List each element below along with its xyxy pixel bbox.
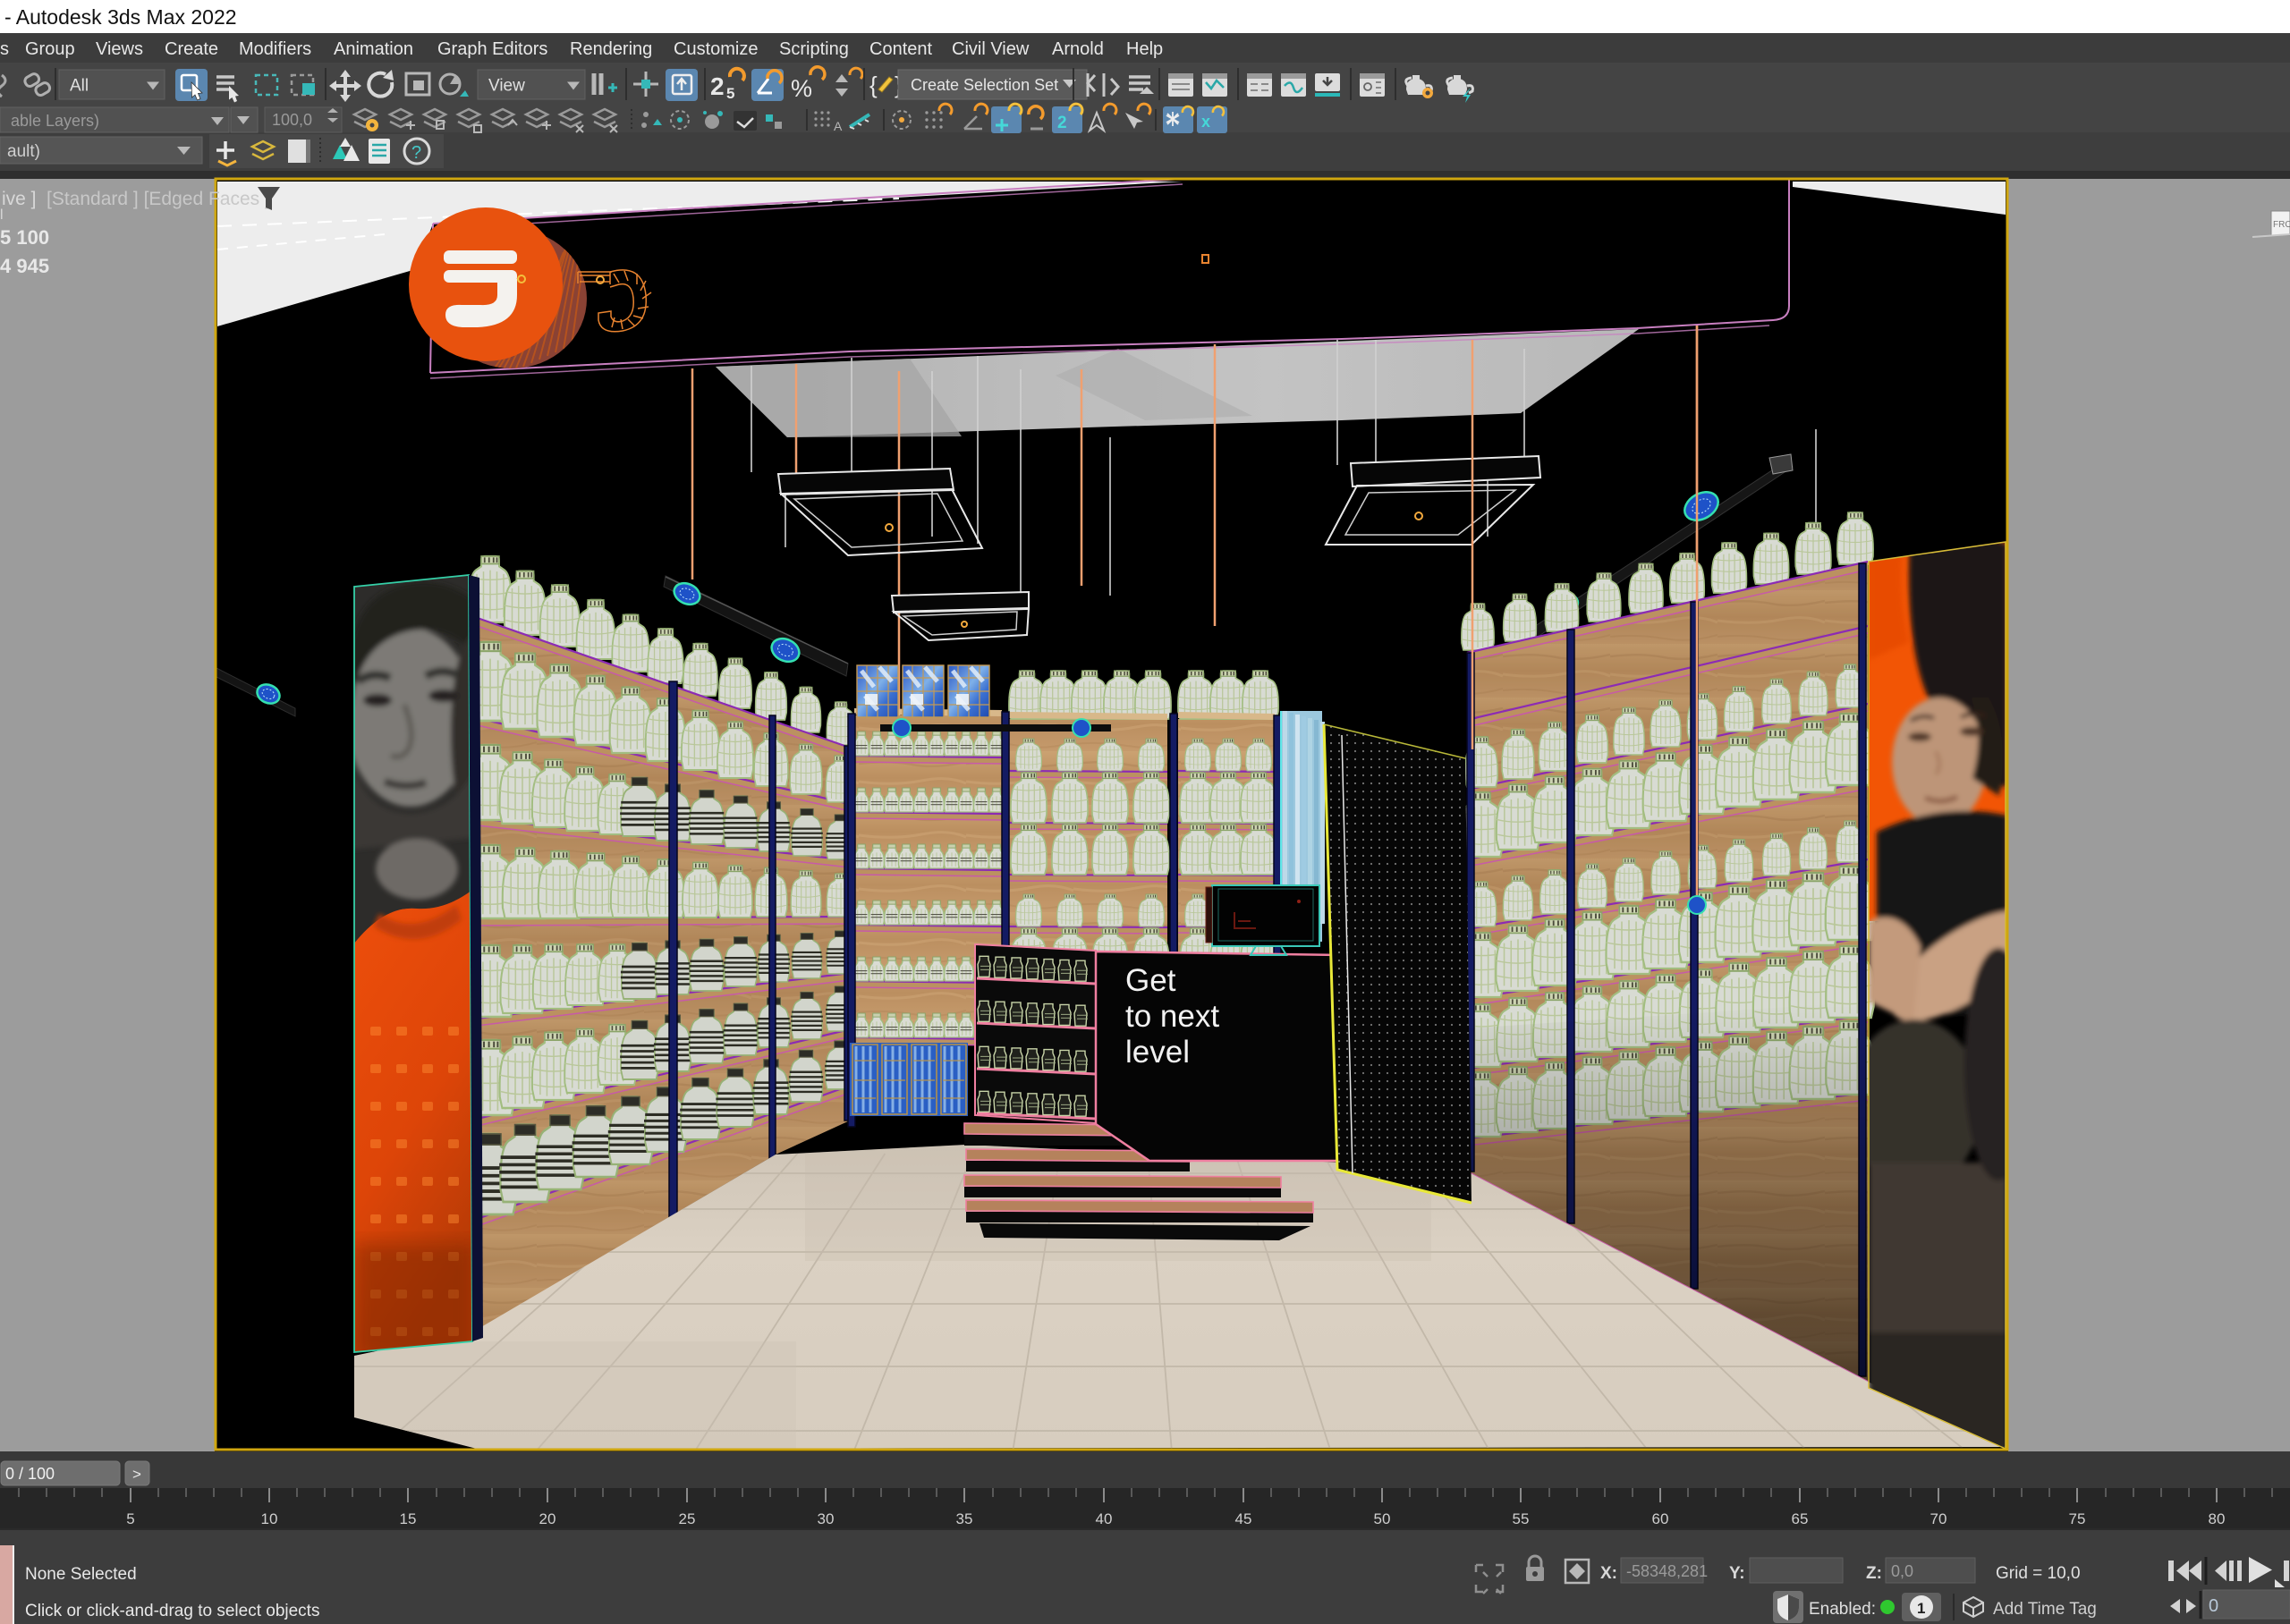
svg-text:Create Selection Set: Create Selection Set [911, 76, 1058, 94]
svg-text:Z:: Z: [1866, 1564, 1882, 1583]
svg-text:Customize: Customize [674, 39, 758, 59]
svg-text:15: 15 [400, 1510, 417, 1527]
svg-text:?: ? [411, 143, 421, 163]
svg-text:x: x [1201, 113, 1210, 131]
svg-text:Modifiers: Modifiers [239, 39, 311, 59]
svg-text:2: 2 [710, 72, 725, 100]
svg-text:Get: Get [1125, 963, 1176, 998]
svg-text:able Layers): able Layers) [11, 112, 99, 130]
svg-text:Content: Content [869, 39, 932, 59]
svg-text:20: 20 [539, 1510, 556, 1527]
svg-text:X:: X: [1600, 1564, 1617, 1583]
svg-text:to next: to next [1125, 999, 1219, 1034]
svg-text:Animation: Animation [334, 39, 413, 59]
svg-text:Add Time Tag: Add Time Tag [1993, 1600, 2097, 1619]
svg-text:1: 1 [1917, 1600, 1925, 1617]
svg-text:55: 55 [1513, 1510, 1530, 1527]
svg-text:75: 75 [2069, 1510, 2086, 1527]
svg-text:0: 0 [2209, 1596, 2218, 1616]
svg-text:None Selected: None Selected [25, 1565, 137, 1584]
svg-text:All: All [70, 77, 89, 96]
svg-text:25: 25 [679, 1510, 696, 1527]
svg-text:%: % [791, 75, 812, 102]
svg-text:Create: Create [165, 39, 218, 59]
svg-text:80: 80 [2209, 1510, 2226, 1527]
svg-text:View: View [488, 77, 525, 96]
svg-text:-58348,281: -58348,281 [1626, 1562, 1708, 1580]
svg-text:Graph Editors: Graph Editors [437, 39, 547, 59]
svg-text:50: 50 [1374, 1510, 1391, 1527]
svg-text:70: 70 [1930, 1510, 1947, 1527]
svg-text:l: l [0, 207, 4, 223]
svg-text:Y:: Y: [1729, 1564, 1745, 1583]
svg-text:{: { [869, 72, 878, 98]
svg-text:level: level [1125, 1035, 1190, 1070]
svg-text:5: 5 [726, 85, 734, 102]
svg-text:A: A [834, 119, 843, 133]
svg-text:ault): ault) [7, 142, 40, 161]
svg-text:[Standard ] [Edged Faces ]: [Standard ] [Edged Faces ] [47, 189, 270, 209]
svg-text:0,0: 0,0 [1891, 1562, 1913, 1580]
svg-text:FRO: FRO [2273, 220, 2290, 230]
svg-text:Help: Help [1126, 39, 1163, 59]
svg-text:s: s [0, 39, 9, 59]
svg-text:Group: Group [25, 39, 75, 59]
svg-text:>: > [132, 1466, 141, 1483]
svg-text:Views: Views [96, 39, 143, 59]
svg-text:4 945: 4 945 [0, 255, 49, 277]
svg-text:Click or click-and-drag to sel: Click or click-and-drag to select object… [25, 1602, 319, 1620]
svg-text:Arnold: Arnold [1052, 39, 1104, 59]
svg-text:ive ]: ive ] [2, 189, 37, 209]
svg-text:65: 65 [1792, 1510, 1809, 1527]
svg-text:30: 30 [818, 1510, 835, 1527]
svg-text:Enabled:: Enabled: [1809, 1600, 1876, 1619]
svg-text:5: 5 [126, 1510, 134, 1527]
svg-text:40: 40 [1096, 1510, 1113, 1527]
svg-text:Scripting: Scripting [779, 39, 849, 59]
svg-text:Rendering: Rendering [570, 39, 652, 59]
svg-text:35: 35 [956, 1510, 973, 1527]
svg-text:5 100: 5 100 [0, 226, 49, 249]
svg-text:Civil View: Civil View [952, 39, 1030, 59]
svg-text:Grid = 10,0: Grid = 10,0 [1996, 1564, 2081, 1583]
svg-text:- Autodesk 3ds Max 2022: - Autodesk 3ds Max 2022 [4, 5, 237, 29]
svg-text:60: 60 [1652, 1510, 1669, 1527]
svg-text:0 / 100: 0 / 100 [5, 1465, 55, 1483]
svg-text:100,0: 100,0 [272, 111, 312, 129]
svg-text:10: 10 [261, 1510, 278, 1527]
svg-text:2: 2 [1057, 114, 1067, 132]
svg-text:45: 45 [1235, 1510, 1252, 1527]
